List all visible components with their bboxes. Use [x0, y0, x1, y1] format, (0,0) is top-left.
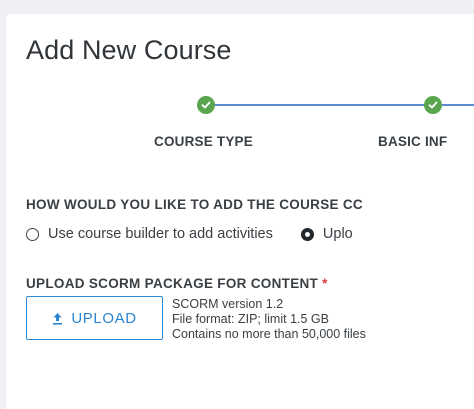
upload-arrow-icon: [53, 312, 63, 325]
file-format-text: File format: ZIP; limit 1.5 GB: [172, 312, 329, 326]
check-icon: [428, 101, 438, 109]
option-upload-scorm-label: Uplo: [322, 226, 353, 242]
upload-button-label: UPLOAD: [71, 309, 137, 327]
option-upload-scorm[interactable]: Uplo: [300, 226, 353, 242]
radio-course-builder[interactable]: [26, 227, 39, 241]
page-title: Add New Course: [26, 35, 232, 65]
step-label-course-type[interactable]: COURSE TYPE: [154, 134, 253, 149]
scorm-version-text: SCORM version 1.2: [172, 297, 284, 311]
check-icon: [201, 101, 211, 109]
scorm-upload-heading: UPLOAD SCORM PACKAGE FOR CONTENT *: [26, 276, 328, 291]
step-label-basic-info[interactable]: BASIC INF: [378, 134, 447, 149]
add-course-card: Add New Course COURSE TYPE BASIC INF HOW…: [6, 14, 474, 409]
upload-requirements: SCORM version 1.2 File format: ZIP; limi…: [172, 297, 366, 342]
course-stepper: COURSE TYPE BASIC INF: [6, 93, 474, 153]
file-count-limit-text: Contains no more than 50,000 files: [172, 327, 366, 341]
option-course-builder-label: Use course builder to add activities: [48, 226, 273, 242]
step-basic-info-indicator[interactable]: [424, 96, 442, 114]
stepper-connector: [207, 104, 435, 106]
option-course-builder[interactable]: Use course builder to add activities: [26, 226, 273, 242]
radio-upload-scorm[interactable]: [300, 227, 314, 241]
stepper-connector: [442, 104, 474, 106]
required-asterisk: *: [322, 276, 328, 291]
step-course-type-indicator[interactable]: [197, 96, 215, 114]
upload-button[interactable]: UPLOAD: [26, 296, 163, 340]
scorm-upload-heading-text: UPLOAD SCORM PACKAGE FOR CONTENT: [26, 276, 319, 291]
content-method-options: Use course builder to add activities Upl…: [26, 226, 377, 245]
content-method-question: HOW WOULD YOU LIKE TO ADD THE COURSE CC: [26, 197, 363, 212]
